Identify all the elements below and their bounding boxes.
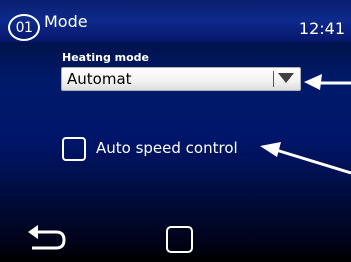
back-arrow-icon[interactable]: [26, 224, 68, 254]
screen: 01 Mode 12:41 Heating mode Automat Auto …: [0, 0, 351, 262]
home-square-icon[interactable]: [166, 226, 193, 253]
annotation-arrow-select: [304, 74, 351, 90]
annotation-arrow-checkbox: [260, 142, 351, 175]
annotation-arrows: [260, 74, 351, 175]
